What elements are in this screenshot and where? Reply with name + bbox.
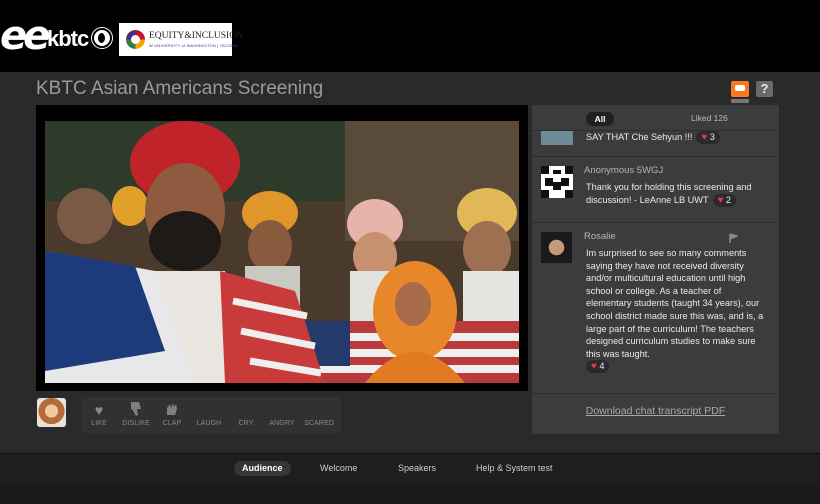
identicon-icon <box>541 166 573 198</box>
current-user-avatar <box>37 398 66 427</box>
message-text: Im surprised to see so many comments say… <box>586 248 764 359</box>
laugh-icon <box>192 401 226 419</box>
clap-icon <box>155 401 189 419</box>
reaction-label: DISLIKE <box>122 420 150 427</box>
tab-speakers[interactable]: Speakers <box>398 461 436 476</box>
equity-circle-icon <box>126 30 145 49</box>
footer <box>0 483 820 504</box>
reactions-bar: ♥ LIKE DISLIKE CLAP LAUGH CRY ANGRY SCAR… <box>81 397 341 433</box>
equity-inclusion-logo: EQUITY&INCLUSION W UNIVERSITY of WASHING… <box>119 23 243 56</box>
thumbs-down-icon <box>119 401 153 419</box>
flag-icon[interactable] <box>728 233 738 243</box>
tab-all[interactable]: All <box>586 112 614 126</box>
reaction-angry-button[interactable]: ANGRY <box>265 401 299 427</box>
divider <box>532 393 779 394</box>
chat-message: Anonymous 5WGJ Thank you for holding thi… <box>532 157 779 223</box>
reaction-clap-button[interactable]: CLAP <box>155 401 189 427</box>
like-count: 4 <box>599 361 605 372</box>
equity-logo-subtitle: W UNIVERSITY of WASHINGTON | TACOMA <box>149 43 238 48</box>
message-avatar <box>541 166 573 198</box>
chat-message-list[interactable]: SAY THAT Che Sehyun !!! ♥ 3 Anonymous 5WG… <box>532 131 779 393</box>
message-author: Anonymous 5WGJ <box>584 165 664 176</box>
like-pill[interactable]: ♥ 3 <box>696 131 720 144</box>
kbtc-logo: kbtc <box>47 26 89 51</box>
chat-filter-tabs: All Liked 126 <box>532 105 779 131</box>
like-pill[interactable]: ♥ 2 <box>712 193 737 207</box>
chat-message: Rosalie Im surprised to see so many comm… <box>532 223 779 393</box>
heart-icon: ♥ <box>94 402 104 418</box>
chat-message: SAY THAT Che Sehyun !!! ♥ 3 <box>532 131 779 157</box>
reaction-label: LIKE <box>91 420 107 427</box>
reaction-like-button[interactable]: ♥ LIKE <box>82 401 116 427</box>
reaction-scared-button[interactable]: SCARED <box>302 401 336 427</box>
video-player[interactable] <box>36 105 528 391</box>
heart-icon: ♥ <box>717 194 724 206</box>
brand-mark-logo: ee <box>0 13 50 59</box>
tab-welcome[interactable]: Welcome <box>320 461 357 476</box>
reaction-label: LAUGH <box>196 420 222 427</box>
heart-icon: ♥ <box>701 132 708 143</box>
message-avatar <box>541 232 572 263</box>
chat-toggle-indicator <box>731 99 749 103</box>
bottom-nav: Audience Welcome Speakers Help & System … <box>0 453 820 483</box>
like-count: 3 <box>709 132 715 142</box>
tab-help-system-test[interactable]: Help & System test <box>476 461 553 476</box>
tab-liked[interactable]: Liked 126 <box>691 113 728 123</box>
equity-logo-title: EQUITY&INCLUSION <box>149 31 243 41</box>
reaction-label: ANGRY <box>269 420 295 427</box>
message-avatar <box>541 131 573 145</box>
message-text-row: Thank you for holding this screening and… <box>586 181 766 207</box>
reaction-label: CRY <box>238 420 254 427</box>
message-author: Rosalie <box>584 231 616 242</box>
video-scene <box>45 121 519 383</box>
reaction-cry-button[interactable]: CRY <box>229 401 263 427</box>
chat-toggle-icon[interactable] <box>731 81 749 97</box>
chat-panel: All Liked 126 SAY THAT Che Sehyun !!! ♥ 3 <box>532 105 779 434</box>
heart-icon: ♥ <box>591 361 597 373</box>
angry-icon <box>265 401 299 419</box>
top-header: ee kbtc EQUITY&INCLUSION W UNIVERSITY of… <box>0 0 820 72</box>
message-text-row: SAY THAT Che Sehyun !!! ♥ 3 <box>586 131 766 144</box>
video-frame-image <box>45 121 519 383</box>
message-text-row: Im surprised to see so many comments say… <box>586 247 766 374</box>
reaction-dislike-button[interactable]: DISLIKE <box>119 401 153 427</box>
page-title: KBTC Asian Americans Screening <box>36 78 324 99</box>
like-count: 2 <box>726 194 732 205</box>
reaction-label: SCARED <box>304 420 334 427</box>
like-pill[interactable]: ♥ 4 <box>586 360 610 374</box>
tab-audience[interactable]: Audience <box>234 461 291 476</box>
reaction-laugh-button[interactable]: LAUGH <box>192 401 226 427</box>
download-transcript-link[interactable]: Download chat transcript PDF <box>532 405 779 417</box>
cry-icon <box>229 401 263 419</box>
help-button[interactable]: ? <box>756 81 773 97</box>
reaction-label: CLAP <box>162 420 182 427</box>
scared-icon <box>302 401 336 419</box>
message-text: SAY THAT Che Sehyun !!! <box>586 132 693 142</box>
pbs-logo-icon <box>92 28 112 48</box>
